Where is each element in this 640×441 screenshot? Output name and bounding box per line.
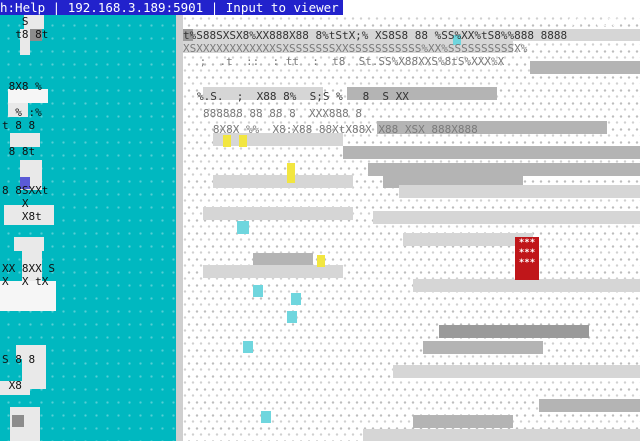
glyph-row-2: ; .t :: : tt : t8 St.SS%X88XXS%8tS%XXX%X (193, 55, 505, 68)
red-box-line-3: *** (518, 258, 536, 268)
red-box-line-2: *** (518, 248, 536, 258)
menu-separator: | (203, 0, 226, 15)
menu-help[interactable]: h:Help (0, 0, 45, 15)
glyph-row-1: XSXXXXXXXXXXXXSXSSSSSSSXXSSSSSSSSSSS%XX%… (183, 42, 528, 55)
menu-host-address: 192.168.3.189:5901 (67, 0, 204, 15)
glyph-row-4: 888888 88 88 8 XXX888 8 (203, 107, 362, 120)
menu-separator: | (45, 0, 68, 15)
glyph-row-3: %.S. ; X88 8% S;S % 8 S XX (197, 90, 409, 103)
divider-strip (176, 15, 183, 441)
menu-input-to-viewer[interactable]: Input to viewer (226, 0, 339, 15)
red-box-line-1: *** (518, 238, 536, 248)
left-panel-text: S t8 8t 8X8 % % :% t 8 8 8 8t 8 8SXXt X … (2, 15, 55, 392)
vnc-menubar: h:Help | 192.168.3.189:5901 | Input to v… (0, 0, 343, 15)
red-highlight-box: *** *** *** (515, 237, 539, 280)
glyph-row-0: t%S88SXSX8%XX888X88 8%tStX;% XS8S8 88 %S… (183, 29, 568, 42)
left-panel: S t8 8t 8X8 % % :% t 8 8 8 8t 8 8SXXt X … (0, 15, 176, 441)
remote-screen-area[interactable]: t%S88SXSX8%XX888X88 8%tStX;% XS8S8 88 %S… (183, 15, 640, 441)
top-right-glyphs: StttttXtt (568, 16, 628, 29)
glyph-row-5: 8X8X %% X8:X88 88XtX88X X88 XSX 888X888 (193, 123, 478, 136)
